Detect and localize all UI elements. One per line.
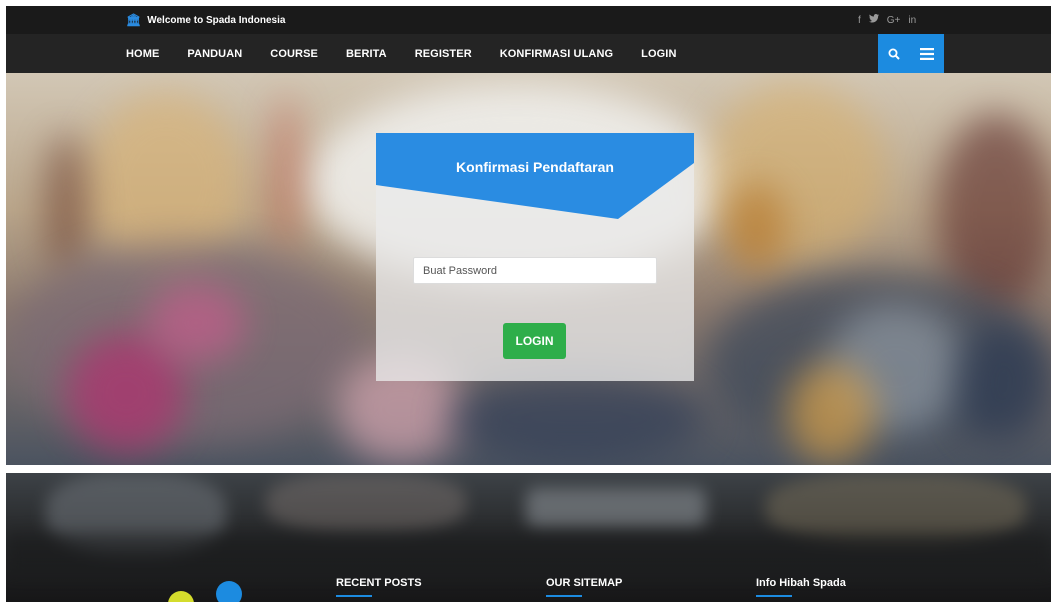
section-separator (6, 465, 1051, 473)
top-bar: 🏛 Welcome to Spada Indonesia f G+ in (6, 6, 1051, 34)
footer-col-sitemap: OUR SITEMAP (546, 577, 622, 597)
blue-dot (216, 581, 242, 602)
nav-register[interactable]: REGISTER (415, 48, 472, 60)
footer-heading-recent-posts: RECENT POSTS (336, 577, 422, 589)
heading-underline (546, 595, 582, 597)
google-plus-icon[interactable]: G+ (887, 15, 901, 26)
main-nav: HOME PANDUAN COURSE BERITA REGISTER KONF… (126, 34, 705, 73)
nav-konfirmasi-ulang[interactable]: KONFIRMASI ULANG (500, 48, 613, 60)
twitter-icon[interactable] (868, 14, 879, 26)
search-icon[interactable] (888, 48, 900, 60)
yellow-dot (168, 591, 194, 602)
main-navbar: HOME PANDUAN COURSE BERITA REGISTER KONF… (6, 34, 1051, 73)
nav-berita[interactable]: BERITA (346, 48, 387, 60)
footer: RECENT POSTS OUR SITEMAP Info Hibah Spad… (6, 473, 1051, 602)
institution-icon: 🏛 (126, 13, 142, 27)
linkedin-icon[interactable]: in (908, 15, 916, 26)
nav-course[interactable]: COURSE (270, 48, 318, 60)
password-input[interactable] (413, 257, 657, 284)
login-button[interactable]: LOGIN (503, 323, 566, 359)
welcome-text: Welcome to Spada Indonesia (147, 14, 286, 26)
nav-home[interactable]: HOME (126, 48, 159, 60)
nav-panduan[interactable]: PANDUAN (187, 48, 242, 60)
footer-heading-info-hibah: Info Hibah Spada (756, 577, 846, 589)
footer-col-recent-posts: RECENT POSTS (336, 577, 422, 597)
facebook-icon[interactable]: f (858, 15, 861, 26)
card-header: Konfirmasi Pendaftaran (376, 133, 694, 221)
welcome-message: 🏛 Welcome to Spada Indonesia (126, 6, 285, 34)
footer-heading-sitemap: OUR SITEMAP (546, 577, 623, 589)
card-title: Konfirmasi Pendaftaran (456, 159, 614, 175)
nav-login[interactable]: LOGIN (641, 48, 676, 60)
social-links: f G+ in (858, 6, 916, 34)
nav-action-buttons (878, 34, 944, 73)
footer-col-info-hibah: Info Hibah Spada (756, 577, 846, 597)
hamburger-menu-icon[interactable] (920, 47, 934, 60)
heading-underline (756, 595, 792, 597)
confirmation-card: Konfirmasi Pendaftaran LOGIN (376, 133, 694, 381)
heading-underline (336, 595, 372, 597)
